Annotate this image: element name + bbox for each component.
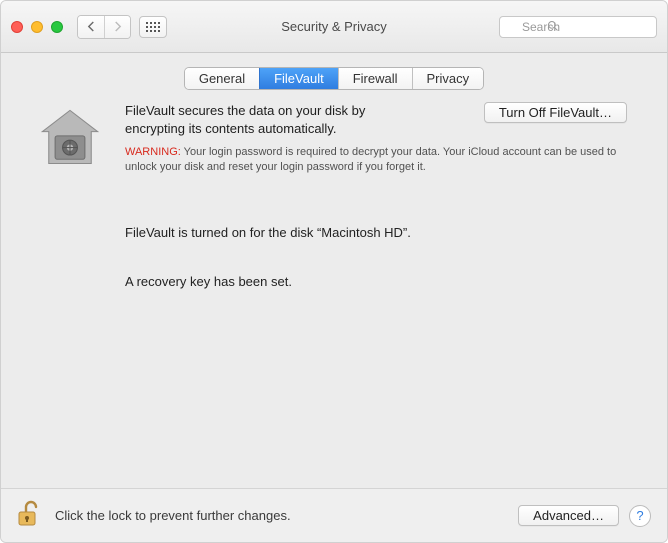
filevault-status: FileVault is turned on for the disk “Mac… — [125, 225, 637, 289]
advanced-button[interactable]: Advanced… — [518, 505, 619, 526]
back-button[interactable] — [78, 16, 104, 38]
filevault-panel: FileVault secures the data on your disk … — [19, 102, 649, 488]
grid-icon — [146, 22, 160, 32]
pane-footer: Click the lock to prevent further change… — [1, 488, 667, 542]
turn-off-filevault-wrap: Turn Off FileVault… — [484, 102, 627, 123]
show-all-prefs-button[interactable] — [139, 16, 167, 38]
window-toolbar: Security & Privacy — [1, 1, 667, 53]
chevron-left-icon — [87, 21, 96, 32]
help-button[interactable]: ? — [629, 505, 651, 527]
minimize-window-button[interactable] — [31, 21, 43, 33]
forward-button[interactable] — [104, 16, 130, 38]
filevault-safe-icon — [31, 104, 109, 175]
turn-off-filevault-button[interactable]: Turn Off FileVault… — [484, 102, 627, 123]
lock-button[interactable] — [17, 500, 45, 531]
nav-button-group — [77, 15, 131, 39]
warning-label: WARNING: — [125, 146, 181, 158]
system-preferences-window: Security & Privacy General FileVault Fir… — [0, 0, 668, 543]
tabs-row: General FileVault Firewall Privacy — [1, 53, 667, 102]
traffic-lights — [11, 21, 63, 33]
filevault-description: FileVault secures the data on your disk … — [125, 102, 415, 137]
search-field-wrap — [499, 16, 657, 38]
chevron-right-icon — [113, 21, 122, 32]
filevault-intro-section: FileVault secures the data on your disk … — [31, 102, 637, 175]
recovery-key-status: A recovery key has been set. — [125, 274, 637, 289]
tab-filevault[interactable]: FileVault — [259, 68, 338, 89]
unlocked-lock-icon — [17, 500, 41, 528]
close-window-button[interactable] — [11, 21, 23, 33]
tab-general[interactable]: General — [185, 68, 259, 89]
search-input[interactable] — [499, 16, 657, 38]
zoom-window-button[interactable] — [51, 21, 63, 33]
warning-text: Your login password is required to decry… — [125, 146, 616, 173]
filevault-warning: WARNING: Your login password is required… — [125, 145, 637, 175]
tab-segmented-control: General FileVault Firewall Privacy — [184, 67, 484, 90]
tab-firewall[interactable]: Firewall — [338, 68, 412, 89]
tab-privacy[interactable]: Privacy — [412, 68, 484, 89]
filevault-on-status: FileVault is turned on for the disk “Mac… — [125, 225, 637, 240]
lock-hint-text: Click the lock to prevent further change… — [55, 508, 508, 523]
